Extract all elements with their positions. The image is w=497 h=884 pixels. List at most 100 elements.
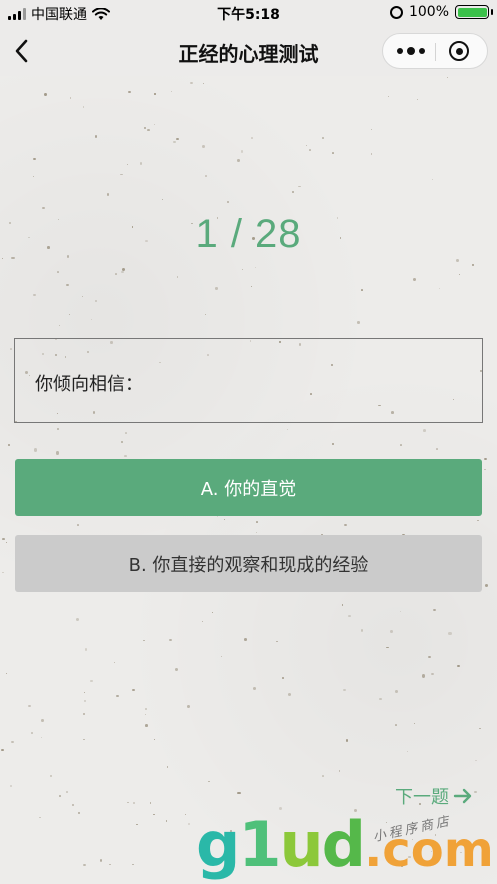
paper-speck bbox=[169, 638, 172, 641]
paper-speck bbox=[136, 824, 138, 826]
paper-speck bbox=[147, 129, 150, 131]
paper-speck bbox=[113, 661, 116, 664]
paper-speck bbox=[348, 615, 352, 618]
paper-speck bbox=[10, 784, 13, 787]
paper-speck bbox=[66, 283, 69, 287]
paper-speck bbox=[124, 455, 127, 457]
paper-speck bbox=[143, 639, 145, 642]
paper-speck bbox=[237, 159, 240, 163]
paper-speck bbox=[58, 795, 62, 798]
paper-speck bbox=[448, 631, 452, 636]
paper-speck bbox=[121, 270, 125, 274]
paper-speck bbox=[421, 673, 425, 678]
paper-speck bbox=[71, 803, 74, 806]
battery-fill bbox=[457, 7, 487, 17]
paper-speck bbox=[331, 152, 334, 155]
paper-speck bbox=[133, 802, 136, 805]
paper-speck bbox=[94, 300, 97, 302]
paper-speck bbox=[250, 286, 253, 288]
paper-speck bbox=[407, 750, 409, 752]
paper-speck bbox=[144, 713, 147, 715]
paper-speck bbox=[32, 175, 35, 178]
paper-speck bbox=[166, 765, 169, 768]
paper-speck bbox=[439, 287, 441, 289]
paper-speck bbox=[203, 82, 205, 84]
paper-speck bbox=[390, 629, 393, 633]
paper-speck bbox=[82, 296, 84, 298]
paper-speck bbox=[370, 152, 373, 155]
paper-speck bbox=[386, 646, 389, 649]
paper-speck bbox=[378, 697, 382, 700]
option-a-button[interactable]: A. 你的直觉 bbox=[15, 459, 482, 516]
battery-percent: 100% bbox=[408, 4, 449, 20]
paper-speck bbox=[243, 638, 247, 641]
paper-speck bbox=[288, 693, 292, 697]
paper-speck bbox=[176, 137, 179, 140]
paper-speck bbox=[435, 448, 439, 451]
paper-speck bbox=[308, 149, 312, 152]
paper-speck bbox=[255, 521, 259, 524]
close-button[interactable] bbox=[437, 34, 481, 68]
paper-speck bbox=[431, 179, 433, 181]
more-button[interactable] bbox=[389, 34, 433, 68]
paper-speck bbox=[40, 736, 42, 739]
paper-speck bbox=[428, 656, 432, 659]
paper-speck bbox=[446, 76, 448, 78]
paper-speck bbox=[143, 127, 146, 129]
paper-speck bbox=[144, 723, 148, 727]
paper-speck bbox=[33, 294, 36, 297]
paper-speck bbox=[58, 324, 61, 326]
paper-speck bbox=[83, 864, 86, 867]
paper-speck bbox=[211, 612, 214, 614]
paper-speck bbox=[114, 273, 118, 276]
paper-speck bbox=[11, 257, 15, 260]
paper-speck bbox=[69, 97, 72, 99]
paper-speck bbox=[400, 444, 403, 446]
paper-speck bbox=[281, 677, 284, 680]
paper-speck bbox=[341, 604, 344, 606]
paper-speck bbox=[343, 523, 347, 527]
paper-speck bbox=[476, 519, 479, 522]
paper-speck bbox=[33, 448, 37, 452]
paper-speck bbox=[116, 694, 119, 698]
paper-speck bbox=[83, 699, 87, 702]
paper-speck bbox=[370, 129, 373, 131]
paper-speck bbox=[361, 289, 364, 292]
next-question-button[interactable]: 下一题 bbox=[395, 783, 473, 809]
question-box: 你倾向相信： bbox=[14, 338, 483, 423]
paper-speck bbox=[208, 780, 210, 782]
paper-speck bbox=[161, 198, 164, 201]
paper-speck bbox=[305, 145, 308, 146]
paper-speck bbox=[139, 162, 143, 165]
paper-speck bbox=[56, 271, 59, 274]
paper-speck bbox=[413, 277, 417, 281]
paper-speck bbox=[431, 673, 434, 676]
paper-speck bbox=[172, 141, 176, 144]
option-b-button[interactable]: B. 你直接的观察和现成的经验 bbox=[15, 535, 482, 592]
paper-speck bbox=[176, 276, 179, 278]
paper-speck bbox=[237, 792, 241, 795]
paper-speck bbox=[472, 264, 475, 266]
paper-speck bbox=[1, 257, 4, 260]
paper-speck bbox=[91, 319, 93, 320]
paper-speck bbox=[360, 629, 364, 632]
paper-speck bbox=[128, 91, 131, 94]
paper-speck bbox=[153, 124, 155, 126]
paper-speck bbox=[124, 432, 127, 434]
paper-speck bbox=[83, 712, 86, 715]
paper-speck bbox=[276, 640, 279, 642]
paper-speck bbox=[78, 812, 80, 814]
paper-speck bbox=[56, 428, 59, 431]
paper-speck bbox=[132, 689, 136, 692]
mini-program-capsule bbox=[382, 33, 488, 69]
paper-speck bbox=[31, 732, 34, 734]
paper-speck bbox=[417, 99, 419, 101]
paper-speck bbox=[255, 531, 258, 533]
paper-speck bbox=[149, 802, 152, 804]
paper-speck bbox=[32, 157, 36, 161]
paper-speck bbox=[2, 538, 5, 540]
paper-speck bbox=[7, 443, 10, 447]
paper-speck bbox=[175, 667, 179, 671]
paper-speck bbox=[400, 611, 402, 613]
paper-speck bbox=[65, 790, 69, 794]
